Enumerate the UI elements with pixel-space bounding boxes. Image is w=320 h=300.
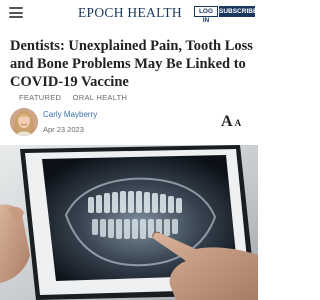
subscribe-button[interactable]: SUBSCRIBE: [219, 6, 257, 17]
article-title: Dentists: Unexplained Pain, Tooth Loss a…: [10, 38, 253, 90]
category-featured[interactable]: FEATURED: [19, 93, 61, 102]
publish-date: Apr 23 2023: [43, 125, 84, 134]
category-oral-health[interactable]: ORAL HEALTH: [73, 93, 128, 102]
login-button[interactable]: LOG IN: [194, 6, 218, 24]
font-size-small-icon[interactable]: A: [235, 118, 242, 128]
hamburger-menu-icon[interactable]: [9, 7, 23, 18]
font-size-large-icon[interactable]: A: [221, 113, 233, 130]
hero-image: [0, 145, 258, 300]
font-size-control[interactable]: AA: [221, 113, 241, 131]
site-header: EPOCH HEALTH LOG IN SUBSCRIBE: [0, 0, 258, 24]
site-logo[interactable]: EPOCH HEALTH: [78, 5, 182, 21]
category-list: FEATURED ORAL HEALTH: [19, 93, 127, 102]
author-name-link[interactable]: Carly Mayberry: [43, 110, 97, 119]
author-avatar[interactable]: [10, 108, 38, 136]
